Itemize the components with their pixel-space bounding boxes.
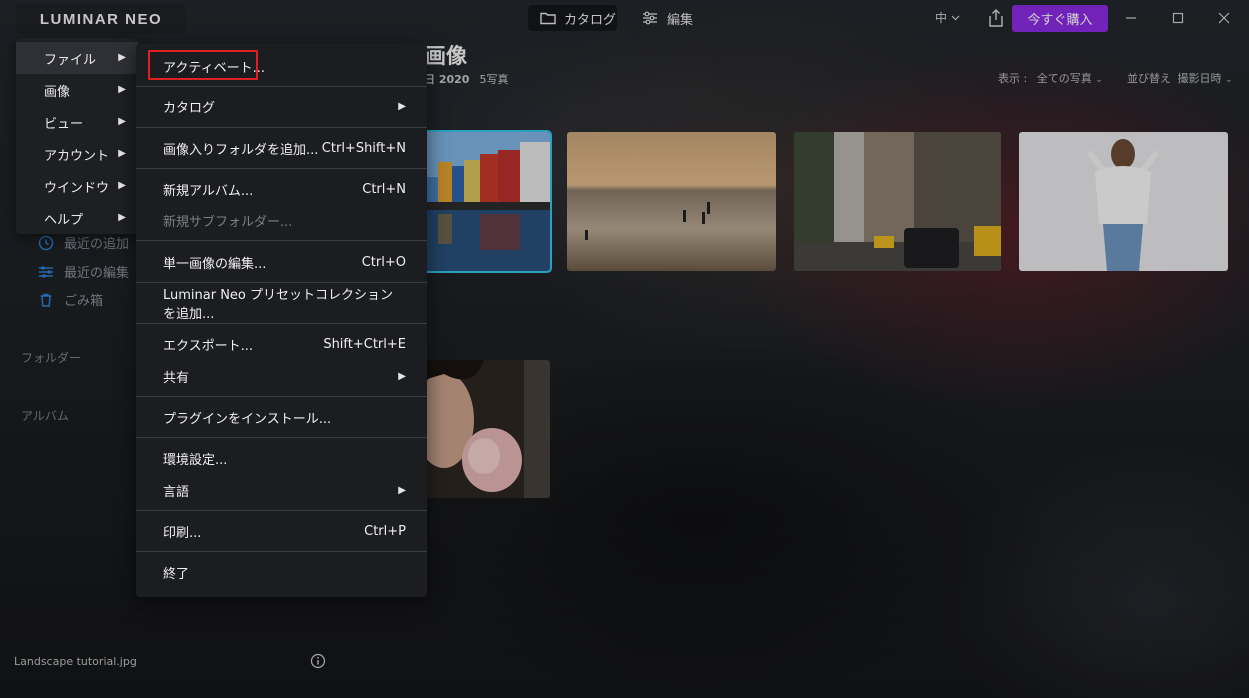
menu-item-label: ファイル — [44, 52, 97, 68]
menu-separator — [136, 240, 427, 241]
menu-separator — [136, 396, 427, 397]
menu-item-label: ビュー — [44, 116, 84, 132]
menu-separator — [136, 86, 427, 87]
menu-item-preferences[interactable]: 環境設定... — [136, 442, 427, 474]
menu-item-account[interactable]: アカウント ▶ — [16, 138, 138, 170]
menu-item-export[interactable]: エクスポート... Shift+Ctrl+E — [136, 328, 427, 360]
menu-shortcut: Ctrl+N — [362, 181, 406, 197]
menu-item-label: 環境設定... — [163, 452, 228, 468]
menu-item-share[interactable]: 共有 ▶ — [136, 360, 427, 392]
menu-item-label: 言語 — [163, 484, 190, 500]
menu-shortcut: Ctrl+P — [364, 523, 406, 539]
menu-item-edit-single-image[interactable]: 単一画像の編集... Ctrl+O — [136, 246, 427, 278]
menu-item-view[interactable]: ビュー ▶ — [16, 106, 138, 138]
menu-item-label: エクスポート... — [163, 338, 254, 354]
menu-item-language[interactable]: 言語 ▶ — [136, 474, 427, 506]
submenu-arrow-icon: ▶ — [398, 484, 406, 496]
menu-shortcut: Ctrl+O — [361, 254, 406, 270]
menu-item-label: Luminar Neo プリセットコレクションを追加... — [163, 288, 394, 322]
submenu-arrow-icon: ▶ — [118, 212, 126, 223]
menu-item-label: 画像入りフォルダを追加... — [163, 142, 319, 158]
menu-shortcut: Shift+Ctrl+E — [323, 336, 406, 352]
menu-item-label: アカウント — [44, 148, 110, 164]
menu-item-label: プラグインをインストール... — [163, 411, 332, 427]
submenu-arrow-icon: ▶ — [118, 116, 126, 127]
menu-item-activate[interactable]: アクティベート... — [136, 50, 427, 82]
submenu-arrow-icon: ▶ — [118, 148, 126, 159]
menu-item-label: 単一画像の編集... — [163, 256, 267, 272]
menu-item-label: 画像 — [44, 84, 71, 100]
menu-item-catalog[interactable]: カタログ ▶ — [136, 90, 427, 122]
file-submenu: アクティベート... カタログ ▶ 画像入りフォルダを追加... Ctrl+Sh… — [136, 44, 427, 597]
menu-shortcut: Ctrl+Shift+N — [321, 140, 406, 156]
menu-item-print[interactable]: 印刷... Ctrl+P — [136, 515, 427, 547]
menu-item-label: 印刷... — [163, 525, 202, 541]
menu-item-label: アクティベート... — [163, 60, 265, 76]
submenu-arrow-icon: ▶ — [118, 84, 126, 95]
submenu-arrow-icon: ▶ — [118, 52, 126, 63]
menu-separator — [136, 127, 427, 128]
menu-item-image[interactable]: 画像 ▶ — [16, 74, 138, 106]
main-menu: ファイル ▶ 画像 ▶ ビュー ▶ アカウント ▶ ウインドウ ▶ ヘルプ ▶ — [16, 38, 138, 234]
menu-item-file[interactable]: ファイル ▶ — [16, 42, 138, 74]
menu-item-window[interactable]: ウインドウ ▶ — [16, 170, 138, 202]
menu-separator — [136, 510, 427, 511]
menu-item-label: 新規サブフォルダー... — [163, 214, 293, 230]
menu-item-add-folder[interactable]: 画像入りフォルダを追加... Ctrl+Shift+N — [136, 132, 427, 164]
menu-item-add-preset-collection[interactable]: Luminar Neo プリセットコレクションを追加... — [136, 287, 427, 322]
menu-separator — [136, 437, 427, 438]
menu-item-install-plugins[interactable]: プラグインをインストール... — [136, 401, 427, 433]
menu-separator — [136, 168, 427, 169]
menu-item-label: ヘルプ — [44, 212, 84, 228]
menu-item-label: カタログ — [163, 100, 216, 116]
menu-item-label: 共有 — [163, 370, 190, 386]
menu-item-label: ウインドウ — [44, 180, 110, 196]
menu-separator — [136, 323, 427, 324]
menu-item-new-subfolder: 新規サブフォルダー... — [136, 204, 427, 236]
menu-separator — [136, 282, 427, 283]
submenu-arrow-icon: ▶ — [398, 100, 406, 112]
menu-item-quit[interactable]: 終了 — [136, 556, 427, 588]
submenu-arrow-icon: ▶ — [118, 180, 126, 191]
menu-separator — [136, 551, 427, 552]
menu-item-label: 新規アルバム... — [163, 183, 254, 199]
submenu-arrow-icon: ▶ — [398, 370, 406, 382]
menu-item-new-album[interactable]: 新規アルバム... Ctrl+N — [136, 173, 427, 205]
menu-item-help[interactable]: ヘルプ ▶ — [16, 202, 138, 234]
menu-item-label: 終了 — [163, 566, 190, 582]
